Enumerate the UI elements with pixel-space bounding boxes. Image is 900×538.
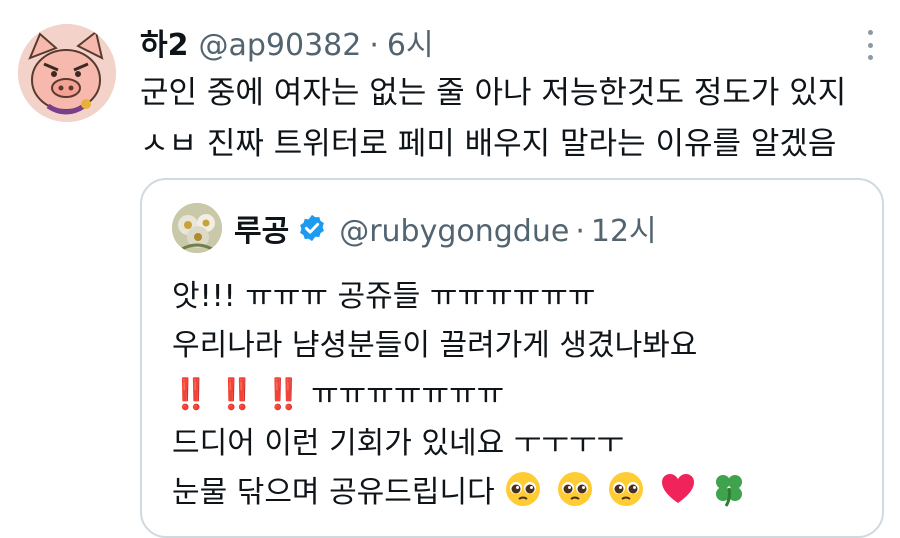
quoted-author-name[interactable]: 루공 bbox=[234, 206, 289, 250]
verified-badge-icon bbox=[300, 214, 325, 242]
meta-separator: · bbox=[369, 28, 379, 63]
quoted-line: 앗!!! ㅠㅠㅠ 공쥬들 ㅠㅠㅠㅠㅠㅠ bbox=[172, 279, 596, 314]
pig-avatar-image bbox=[18, 24, 116, 122]
quoted-line-with-emoji: 눈물 닦으며 공유드립니다 bbox=[172, 468, 872, 517]
tweet-line: ㅅㅂ 진짜 트위터로 페미 배우지 말라는 이유를 알겠음 bbox=[140, 126, 837, 162]
quoted-line-text: ㅠㅠㅠㅠㅠㅠㅠ bbox=[311, 377, 505, 412]
double-exclamation-emoji: ‼️ bbox=[172, 377, 209, 412]
more-dot bbox=[867, 42, 873, 48]
quoted-line: 우리나라 냠셩분들이 끌려가게 생겼나봐요 bbox=[172, 328, 698, 363]
author-handle[interactable]: @ap90382 bbox=[198, 28, 361, 63]
quoted-line-with-emoji: ‼️ ‼️ ‼️ ㅠㅠㅠㅠㅠㅠㅠ bbox=[172, 370, 872, 419]
red-heart-emoji bbox=[661, 474, 694, 503]
meta-separator: · bbox=[575, 214, 585, 249]
more-dot bbox=[867, 30, 873, 35]
four-leaf-clover-emoji bbox=[716, 475, 743, 507]
quoted-tweet-meta: @rubygongdue · 12시 bbox=[339, 206, 656, 250]
quoted-tweet-card[interactable]: 루공 @rubygongdue · 12시 앗!!! ㅠㅠㅠ 공쥬들 ㅠㅠㅠㅠㅠㅠ … bbox=[140, 178, 884, 538]
tweet-text: 군인 중에 여자는 없는 줄 아나 저능한것도 정도가 있지 ㅅㅂ 진짜 트위터… bbox=[140, 68, 890, 170]
pleading-face-emoji bbox=[609, 472, 644, 506]
tweet-header: 하2 @ap90382 · 6시 bbox=[140, 20, 434, 64]
flower-avatar-image bbox=[172, 203, 222, 253]
author-name[interactable]: 하2 bbox=[140, 20, 188, 64]
author-avatar[interactable] bbox=[18, 24, 116, 122]
tweet-time[interactable]: 6시 bbox=[387, 28, 434, 63]
more-dot bbox=[867, 55, 873, 60]
quoted-tweet-header: 루공 @rubygongdue · 12시 bbox=[172, 202, 657, 254]
double-exclamation-emoji: ‼️ bbox=[264, 377, 302, 412]
quoted-line: 드디어 이런 기회가 있네요 ㅜㅜㅜㅜ bbox=[172, 426, 625, 461]
quoted-author-avatar[interactable] bbox=[172, 203, 222, 253]
pleading-face-emoji bbox=[557, 472, 592, 506]
pleading-face-emoji bbox=[506, 472, 541, 506]
quoted-tweet-time[interactable]: 12시 bbox=[591, 214, 657, 249]
double-exclamation-emoji: ‼️ bbox=[218, 377, 255, 412]
quoted-line-text: 눈물 닦으며 공유드립니다 bbox=[172, 475, 495, 510]
quoted-author-handle[interactable]: @rubygongdue bbox=[339, 214, 569, 249]
quoted-tweet-text: 앗!!! ㅠㅠㅠ 공쥬들 ㅠㅠㅠㅠㅠㅠ 우리나라 냠셩분들이 끌려가게 생겼나봐… bbox=[172, 272, 872, 517]
tweet-line: 군인 중에 여자는 없는 줄 아나 저능한것도 정도가 있지 bbox=[140, 75, 847, 111]
tweet-meta: @ap90382 · 6시 bbox=[198, 20, 433, 64]
more-options-icon[interactable] bbox=[860, 30, 880, 60]
